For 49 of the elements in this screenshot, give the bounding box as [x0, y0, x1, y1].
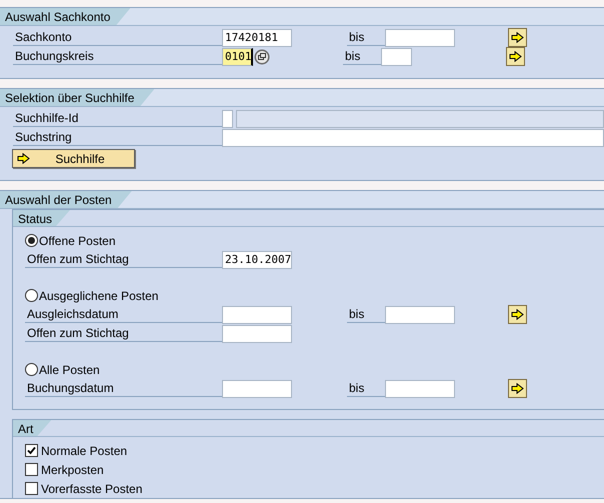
option-label: Ausgeglichene Posten	[39, 288, 158, 302]
input-field[interactable]	[385, 28, 455, 46]
arrow-icon	[17, 153, 30, 164]
input-field[interactable]: 17420181	[222, 28, 292, 46]
multiple-selection-button[interactable]	[508, 305, 527, 324]
checkbox[interactable]	[25, 463, 38, 476]
section-title: Selektion über Suchhilfe	[0, 89, 154, 106]
radio-button[interactable]	[25, 363, 38, 376]
field-label: Suchhilfe-Id	[13, 110, 222, 127]
arrow-icon	[511, 309, 524, 320]
checkbox[interactable]	[25, 444, 38, 457]
radio-button[interactable]	[25, 234, 38, 247]
input-field[interactable]	[222, 110, 233, 128]
field-label: Suchstring	[13, 129, 222, 146]
input-field[interactable]	[222, 128, 604, 146]
field-label: Offen zum Stichtag	[25, 325, 222, 342]
option-label: Offene Posten	[39, 234, 116, 248]
input-field[interactable]	[381, 48, 412, 66]
value-help-icon[interactable]	[254, 48, 270, 64]
option-label: Vorerfasste Posten	[41, 482, 142, 496]
multiple-selection-button[interactable]	[506, 47, 525, 66]
input-field[interactable]: 0101	[222, 48, 253, 66]
field-label: Buchungskreis	[13, 48, 222, 65]
input-field[interactable]	[222, 380, 292, 398]
arrow-icon	[511, 383, 524, 394]
radio-button[interactable]	[25, 289, 38, 302]
checkbox[interactable]	[25, 482, 38, 495]
section-title: Auswahl der Posten	[0, 191, 132, 208]
field-label: Offen zum Stichtag	[25, 251, 222, 268]
search-help-button[interactable]: Suchhilfe	[12, 149, 135, 168]
input-field[interactable]	[385, 380, 455, 398]
input-field[interactable]	[385, 306, 455, 324]
option-label: Alle Posten	[39, 362, 100, 376]
option-label: Normale Posten	[41, 444, 128, 458]
description-field[interactable]	[236, 110, 604, 128]
section-title: Status	[13, 210, 70, 226]
option-label: Merkposten	[41, 462, 104, 476]
input-field[interactable]	[222, 306, 292, 324]
arrow-icon	[509, 51, 522, 62]
section-title: Art	[13, 420, 52, 436]
multiple-selection-button[interactable]	[508, 379, 527, 398]
input-field[interactable]: 23.10.2007	[222, 250, 292, 268]
arrow-icon	[511, 32, 524, 43]
field-label: Ausgleichsdatum	[25, 306, 222, 323]
multiple-selection-button[interactable]	[508, 28, 527, 47]
section-title: Auswahl Sachkonto	[0, 8, 130, 25]
field-label: Buchungsdatum	[25, 380, 222, 397]
input-field[interactable]	[222, 324, 292, 342]
field-label: Sachkonto	[13, 29, 222, 46]
